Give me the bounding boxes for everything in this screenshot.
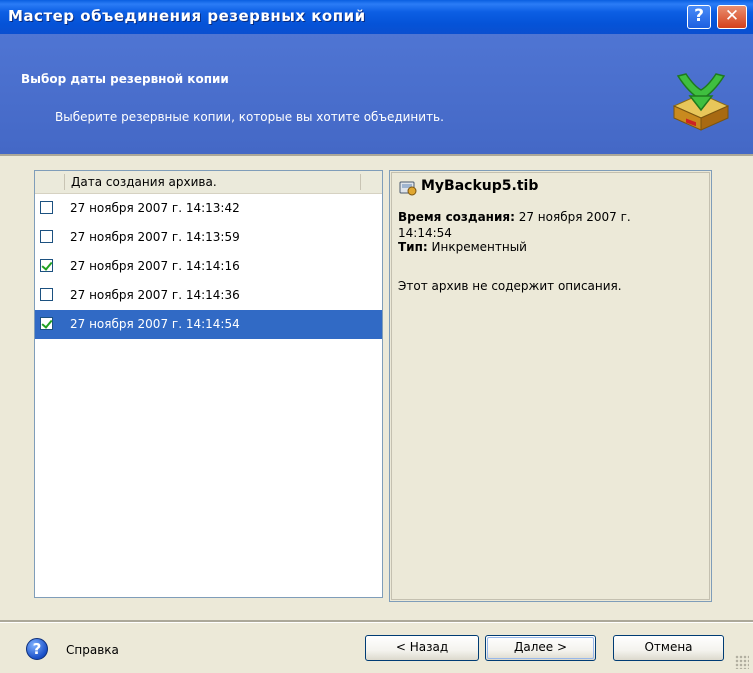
archive-description: Этот архив не содержит описания. xyxy=(398,279,622,293)
column-divider xyxy=(360,174,361,190)
checkbox[interactable] xyxy=(40,288,53,301)
backup-file-icon xyxy=(399,181,417,196)
checkbox[interactable] xyxy=(40,201,53,214)
list-item-label: 27 ноября 2007 г. 14:13:42 xyxy=(70,201,240,215)
archive-details-panel: MyBackup5.tib Время создания: 27 ноября … xyxy=(389,170,712,602)
page-title: Выбор даты резервной копии xyxy=(21,72,229,86)
merge-backups-wizard-window: Мастер объединения резервных копий ? ✕ В… xyxy=(0,0,753,673)
list-column-header[interactable]: Дата создания архива. xyxy=(35,171,382,194)
creation-time-label: Время создания: xyxy=(398,210,515,224)
archive-type-label: Тип: xyxy=(398,240,428,254)
list-item[interactable]: 27 ноября 2007 г. 14:14:36 xyxy=(35,281,382,310)
list-item[interactable]: 27 ноября 2007 г. 14:14:16 xyxy=(35,252,382,281)
creation-time-value: 27 ноября 2007 г. xyxy=(518,210,631,224)
archive-type-value: Инкрементный xyxy=(431,240,527,254)
list-item[interactable]: 27 ноября 2007 г. 14:13:59 xyxy=(35,223,382,252)
list-item-label: 27 ноября 2007 г. 14:13:59 xyxy=(70,230,240,244)
backup-date-list[interactable]: Дата создания архива. 27 ноября 2007 г. … xyxy=(34,170,383,598)
merge-archive-icon xyxy=(672,73,730,131)
archive-type-row: Тип: Инкрементный xyxy=(398,240,527,254)
creation-time-value-line2: 14:14:54 xyxy=(398,226,452,240)
list-item-label: 27 ноября 2007 г. 14:14:36 xyxy=(70,288,240,302)
footer-divider xyxy=(0,620,753,623)
next-button-label: Далее > xyxy=(513,640,568,654)
column-divider xyxy=(64,174,65,190)
wizard-header: Выбор даты резервной копии Выберите резе… xyxy=(0,34,753,154)
help-icon[interactable]: ? xyxy=(26,638,48,660)
list-item-label: 27 ноября 2007 г. 14:14:54 xyxy=(70,317,240,331)
column-header-label: Дата создания архива. xyxy=(71,175,217,189)
resize-grip[interactable] xyxy=(735,655,749,669)
back-button-label: < Назад xyxy=(395,640,449,654)
checkbox-checked[interactable] xyxy=(40,317,53,330)
title-bar[interactable]: Мастер объединения резервных копий ? ✕ xyxy=(0,0,753,34)
details-inner-frame: MyBackup5.tib Время создания: 27 ноября … xyxy=(391,172,710,600)
checkbox-checked[interactable] xyxy=(40,259,53,272)
cancel-button[interactable]: Отмена xyxy=(613,635,724,661)
checkbox[interactable] xyxy=(40,230,53,243)
help-link[interactable]: Справка xyxy=(66,643,119,657)
list-item-label: 27 ноября 2007 г. 14:14:16 xyxy=(70,259,240,273)
list-item[interactable]: 27 ноября 2007 г. 14:13:42 xyxy=(35,194,382,223)
window-title: Мастер объединения резервных копий xyxy=(8,7,366,25)
archive-file-name: MyBackup5.tib xyxy=(421,178,539,194)
page-subtitle: Выберите резервные копии, которые вы хот… xyxy=(55,110,444,124)
list-item-selected[interactable]: 27 ноября 2007 г. 14:14:54 xyxy=(35,310,382,339)
creation-time-row: Время создания: 27 ноября 2007 г. xyxy=(398,210,631,224)
close-button[interactable]: ✕ xyxy=(717,5,747,29)
help-title-button[interactable]: ? xyxy=(687,5,711,29)
next-button[interactable]: Далее > xyxy=(485,635,596,661)
header-divider xyxy=(0,154,753,156)
back-button[interactable]: < Назад xyxy=(365,635,479,661)
cancel-button-label: Отмена xyxy=(644,640,693,654)
